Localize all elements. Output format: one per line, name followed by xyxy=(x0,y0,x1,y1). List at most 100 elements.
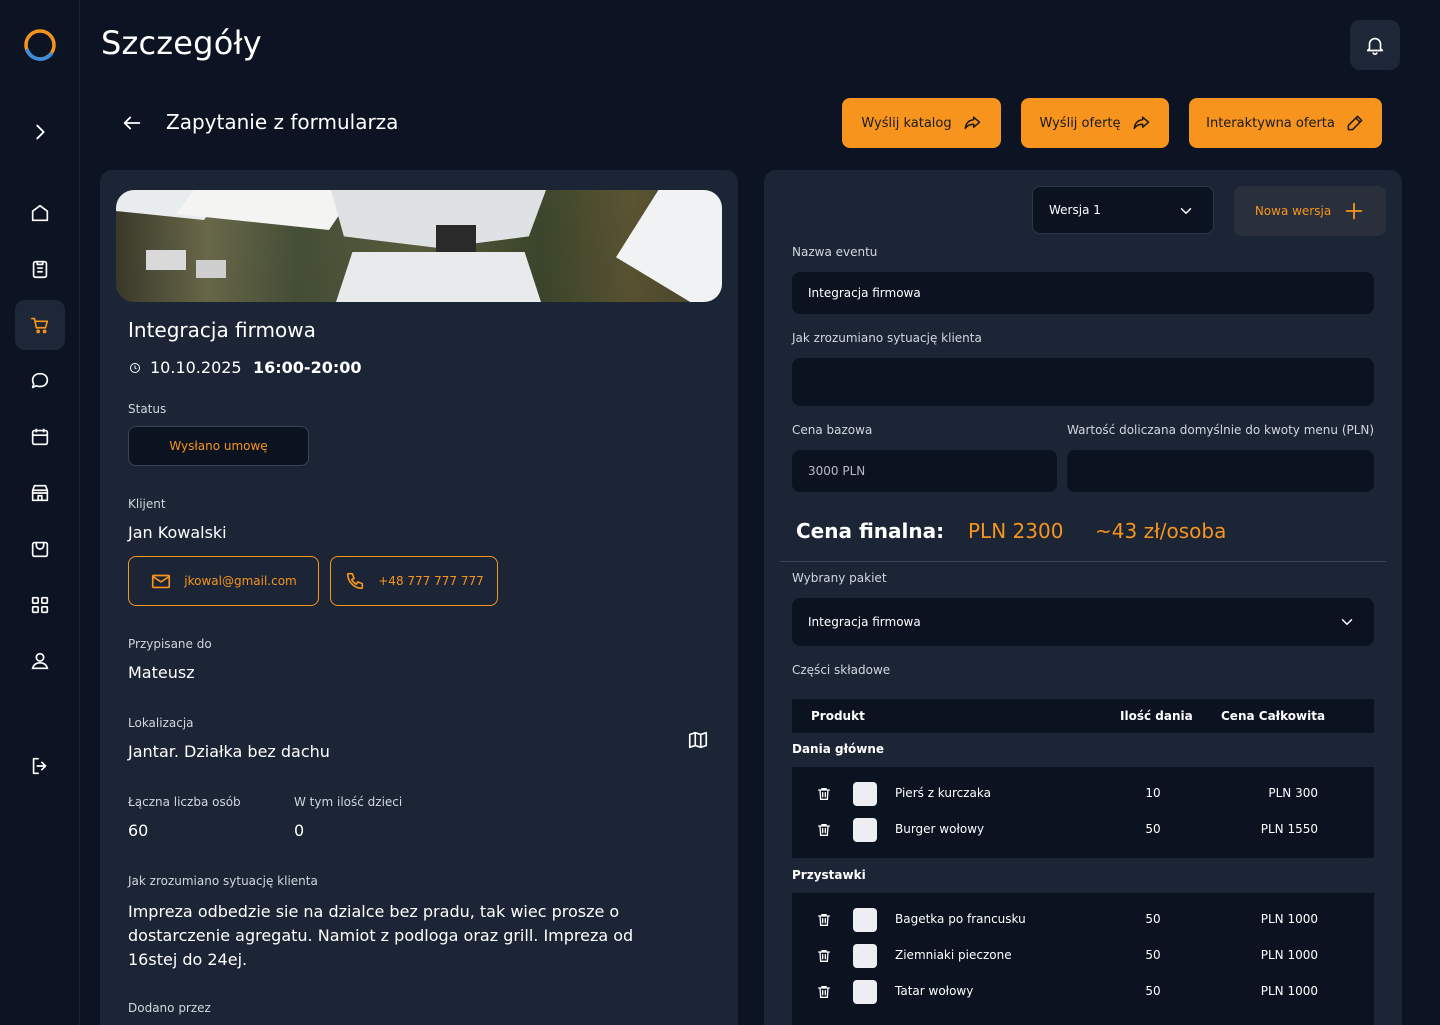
phone-text: +48 777 777 777 xyxy=(378,574,484,588)
price-per-person: ~43 zł/osoba xyxy=(1095,519,1227,543)
base-price-input[interactable]: 3000 PLN xyxy=(792,450,1057,492)
clock-icon xyxy=(130,363,140,373)
send-offer-label: Wyślij ofertę xyxy=(1039,115,1121,131)
product-price: PLN 1000 xyxy=(1260,984,1318,998)
nav-home[interactable] xyxy=(15,188,65,238)
default-value-input[interactable] xyxy=(1067,450,1374,492)
logout-icon xyxy=(32,757,47,775)
product-quantity: 50 xyxy=(1145,822,1161,836)
product-quantity: 50 xyxy=(1145,984,1161,998)
nav-grid[interactable] xyxy=(15,580,65,630)
product-quantity: 10 xyxy=(1145,786,1161,800)
table-row: Pierś z kurczaka 10 PLN 300 xyxy=(792,777,1374,813)
expand-sidebar-button[interactable] xyxy=(15,107,65,157)
product-quantity: 50 xyxy=(1145,948,1161,962)
send-offer-button[interactable]: Wyślij ofertę xyxy=(1021,98,1169,148)
cart-icon xyxy=(30,317,49,334)
product-price: PLN 1000 xyxy=(1260,948,1318,962)
product-name: Ziemniaki pieczone xyxy=(895,948,1012,962)
pencil-icon xyxy=(1347,115,1363,131)
subpage-title: Zapytanie z formularza xyxy=(166,110,399,134)
nav-cart[interactable] xyxy=(15,300,65,350)
product-thumbnail xyxy=(853,980,877,1004)
chevron-down-icon xyxy=(1180,208,1192,215)
share-arrow-icon xyxy=(964,116,980,130)
email-text: jkowal@gmail.com xyxy=(184,574,297,588)
nav-logout[interactable] xyxy=(15,741,65,791)
version-select[interactable]: Wersja 1 xyxy=(1032,186,1214,234)
phone-icon xyxy=(347,572,364,590)
event-date: 10.10.2025 xyxy=(150,358,242,377)
version-value: Wersja 1 xyxy=(1049,203,1101,217)
people-label: Łączna liczba osób xyxy=(128,795,241,809)
new-version-button[interactable]: Nowa wersja xyxy=(1234,186,1386,236)
table-row: Ziemniaki pieczone 50 PLN 1000 xyxy=(792,939,1374,975)
event-details-panel: Integracja firmowa 10.10.2025 16:00-20:0… xyxy=(100,170,738,1025)
status-label: Status xyxy=(128,402,167,416)
chevron-down-icon xyxy=(1341,619,1353,626)
column-quantity: Ilość dania xyxy=(1120,709,1193,723)
event-time: 16:00-20:00 xyxy=(253,358,362,377)
event-name: Integracja firmowa xyxy=(128,318,316,342)
trash-icon[interactable] xyxy=(816,947,832,965)
grid-icon xyxy=(31,596,49,614)
location-value: Jantar. Działka bez dachu xyxy=(128,742,330,761)
product-quantity: 50 xyxy=(1145,912,1161,926)
back-arrow-icon[interactable] xyxy=(121,112,143,134)
nav-profile[interactable] xyxy=(15,636,65,686)
notifications-button[interactable] xyxy=(1350,20,1400,70)
people-value: 60 xyxy=(128,821,149,840)
nav-calendar[interactable] xyxy=(15,412,65,462)
trash-icon[interactable] xyxy=(816,911,832,929)
nav-store[interactable] xyxy=(15,468,65,518)
package-select[interactable]: Integracja firmowa xyxy=(792,598,1374,646)
column-total-price: Cena Całkowita xyxy=(1221,709,1326,723)
chat-icon xyxy=(31,372,49,389)
final-price-label: Cena finalna: xyxy=(796,519,945,543)
nav-bag[interactable] xyxy=(15,524,65,574)
event-name-label: Nazwa eventu xyxy=(792,245,878,259)
package-label: Wybrany pakiet xyxy=(792,571,887,585)
map-icon[interactable] xyxy=(687,729,709,751)
assigned-value: Mateusz xyxy=(128,663,195,682)
situation-label: Jak zrozumiano sytuację klienta xyxy=(128,874,318,888)
email-button[interactable]: jkowal@gmail.com xyxy=(128,556,319,606)
send-catalog-button[interactable]: Wyślij katalog xyxy=(842,98,1001,148)
product-price: PLN 300 xyxy=(1268,786,1318,800)
group-main-dishes: Pierś z kurczaka 10 PLN 300 Burger wołow… xyxy=(792,767,1374,858)
product-price: PLN 1000 xyxy=(1260,912,1318,926)
nav-orders[interactable] xyxy=(15,244,65,294)
plus-icon xyxy=(1345,202,1363,220)
divider xyxy=(780,561,1386,562)
trash-icon[interactable] xyxy=(816,821,832,839)
app-logo-icon xyxy=(24,29,56,61)
event-name-input[interactable]: Integracja firmowa xyxy=(792,272,1374,314)
event-photo xyxy=(116,190,722,302)
product-thumbnail xyxy=(853,944,877,968)
trash-icon[interactable] xyxy=(816,983,832,1001)
clipboard-icon xyxy=(32,260,48,279)
table-row: Tatar wołowy 50 PLN 1000 xyxy=(792,975,1374,1011)
calendar-icon xyxy=(31,428,49,446)
send-catalog-label: Wyślij katalog xyxy=(861,115,952,131)
status-badge[interactable]: Wysłano umowę xyxy=(128,426,309,466)
children-value: 0 xyxy=(294,821,305,840)
new-version-label: Nowa wersja xyxy=(1254,204,1332,218)
situation-text: Impreza odbedzie sie na dzialce bez prad… xyxy=(128,902,634,969)
client-label: Klijent xyxy=(128,497,166,511)
store-icon xyxy=(31,484,49,502)
product-thumbnail xyxy=(853,908,877,932)
phone-button[interactable]: +48 777 777 777 xyxy=(330,556,498,606)
location-label: Lokalizacja xyxy=(128,716,194,730)
nav-messages[interactable] xyxy=(15,356,65,406)
offer-situation-input[interactable] xyxy=(792,358,1374,406)
product-name: Burger wołowy xyxy=(895,822,985,836)
trash-icon[interactable] xyxy=(816,785,832,803)
share-arrow-icon xyxy=(1133,116,1149,130)
interactive-offer-label: Interaktywna oferta xyxy=(1206,115,1335,131)
bag-icon xyxy=(31,541,49,558)
sidebar xyxy=(0,0,80,1025)
assigned-label: Przypisane do xyxy=(128,637,212,651)
interactive-offer-button[interactable]: Interaktywna oferta xyxy=(1189,98,1382,148)
children-label: W tym ilość dzieci xyxy=(294,795,403,809)
